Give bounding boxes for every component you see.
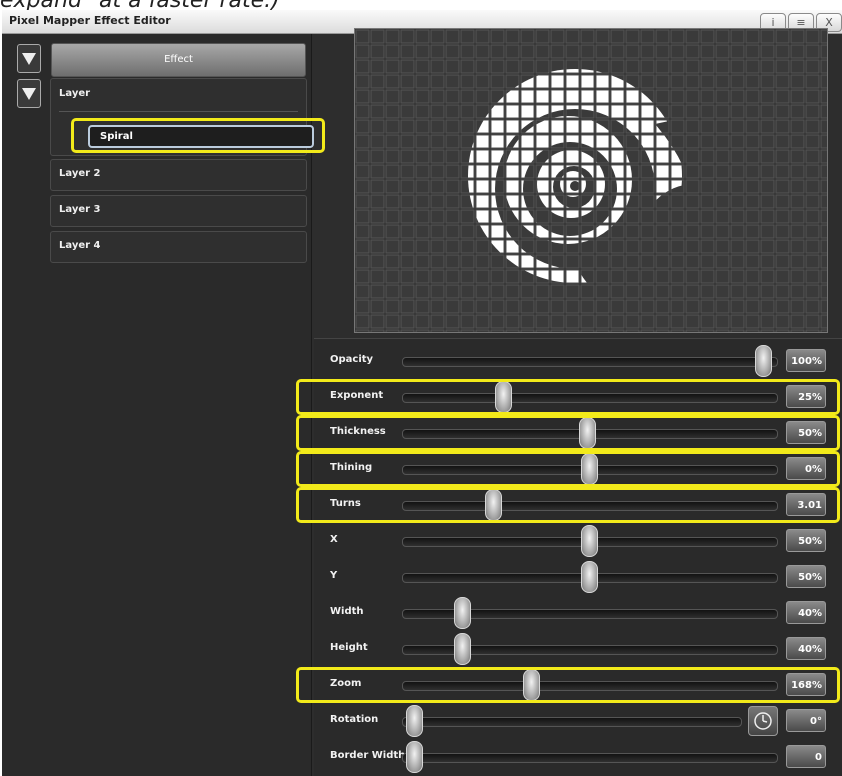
pixel-preview [354, 28, 828, 333]
opacity-value[interactable]: 100% [786, 349, 826, 372]
zoom-highlight [296, 667, 840, 703]
effect-button[interactable]: Effect [51, 43, 306, 77]
effect-collapse-button[interactable] [17, 44, 41, 73]
rotation-slider[interactable] [402, 717, 742, 727]
layer-2-box[interactable]: Layer 2 [50, 159, 307, 191]
layer-4-label: Layer 4 [59, 240, 101, 251]
layer-3-label: Layer 3 [59, 204, 101, 215]
thickness-highlight [296, 415, 840, 451]
property-row-x: X 50% [314, 523, 842, 559]
rotation-mode-button[interactable] [748, 706, 778, 736]
layer-panel: Effect Layer Spiral Layer 2 Layer 3 Laye… [2, 34, 325, 776]
property-row-rotation: Rotation 0° [314, 703, 842, 739]
property-row-width: Width 40% [314, 595, 842, 631]
opacity-label: Opacity [330, 354, 374, 365]
x-label: X [330, 534, 338, 545]
rotation-label: Rotation [330, 714, 379, 725]
border-width-slider[interactable] [402, 753, 778, 763]
clock-icon [754, 712, 772, 730]
thining-highlight [296, 451, 840, 487]
width-slider-thumb[interactable] [454, 597, 471, 629]
rotation-value[interactable]: 0° [786, 709, 826, 732]
x-value[interactable]: 50% [786, 529, 826, 552]
layer-collapse-button[interactable] [17, 79, 41, 108]
width-value[interactable]: 40% [786, 601, 826, 624]
layer-2-label: Layer 2 [59, 168, 101, 179]
property-row-border-width: Border Width 0 [314, 739, 842, 775]
y-slider-thumb[interactable] [581, 561, 598, 593]
height-label: Height [330, 642, 368, 653]
y-label: Y [330, 570, 338, 581]
height-value[interactable]: 40% [786, 637, 826, 660]
border-width-slider-thumb[interactable] [406, 741, 423, 773]
property-row-opacity: Opacity 100% [314, 343, 842, 379]
border-width-value[interactable]: 0 [786, 745, 826, 768]
exponent-highlight [296, 379, 840, 415]
window-title: Pixel Mapper Effect Editor [9, 14, 171, 27]
rotation-slider-thumb[interactable] [406, 705, 423, 737]
y-value[interactable]: 50% [786, 565, 826, 588]
effect-editor-window: Pixel Mapper Effect Editor i ≡ X Effect … [2, 10, 842, 776]
divider [59, 111, 298, 112]
down-arrow-icon [22, 88, 36, 100]
property-row-height: Height 40% [314, 631, 842, 667]
properties-panel: Opacity 100% Exponent 25% Thickness 50% … [296, 338, 842, 776]
layer-4-box[interactable]: Layer 4 [50, 231, 307, 263]
layer-1-label: Layer [59, 88, 91, 99]
turns-highlight [296, 487, 840, 523]
opacity-slider[interactable] [402, 357, 778, 367]
spiral-highlight [71, 118, 325, 153]
opacity-slider-thumb[interactable] [755, 345, 772, 377]
border-width-label: Border Width [330, 750, 406, 761]
pixel-grid-preview [355, 29, 827, 332]
height-slider-thumb[interactable] [454, 633, 471, 665]
layer-3-box[interactable]: Layer 3 [50, 195, 307, 227]
down-arrow-icon [22, 53, 36, 65]
property-row-y: Y 50% [314, 559, 842, 595]
x-slider-thumb[interactable] [581, 525, 598, 557]
width-label: Width [330, 606, 364, 617]
